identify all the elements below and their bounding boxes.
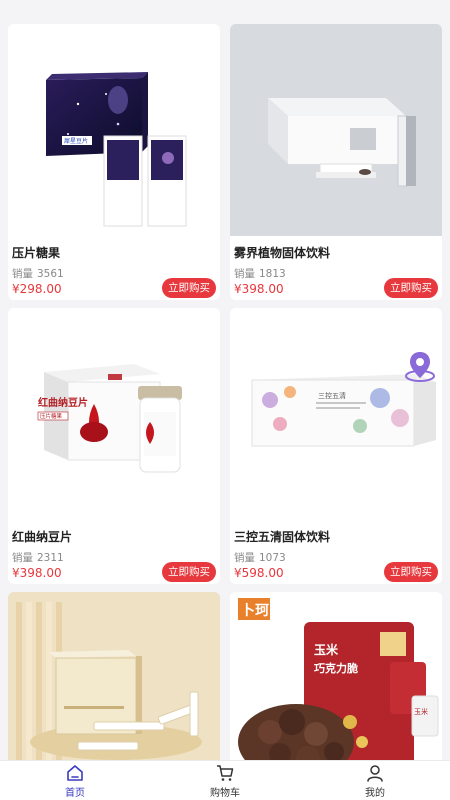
- product-name: 红曲纳豆片: [12, 530, 73, 544]
- product-name: 雾界植物固体饮料: [234, 246, 331, 260]
- product-image[interactable]: [8, 592, 220, 760]
- product-image[interactable]: 犀星豆片: [8, 24, 220, 236]
- user-icon: [367, 764, 383, 782]
- product-price: ¥398.00: [234, 282, 284, 296]
- package-text-line2: 巧克力脆: [314, 661, 358, 675]
- box-title-text: 红曲纳豆片: [38, 396, 88, 409]
- brand-text: 犀星豆片: [64, 137, 88, 145]
- buy-now-button[interactable]: 立即购买: [384, 278, 438, 298]
- tab-label-home: 首页: [65, 787, 85, 799]
- buy-now-button[interactable]: 立即购买: [384, 562, 438, 582]
- sales-count: 销量 3561: [12, 268, 64, 280]
- package-text-line1: 玉米: [314, 642, 339, 657]
- product-grid: 犀星豆片 压片糖果 销量 3561 ¥298.00 立即购买 雾界植物固体饮料 …: [0, 0, 450, 760]
- bottom-tab-bar: 首页 购物车 我的: [0, 760, 450, 800]
- home-icon: [67, 764, 83, 781]
- buy-now-button[interactable]: 立即购买: [162, 562, 216, 582]
- box-sub-text: 压片糖果: [40, 412, 63, 420]
- product-card[interactable]: 犀星豆片 压片糖果 销量 3561 ¥298.00 立即购买: [8, 24, 220, 300]
- tab-label-profile: 我的: [365, 787, 385, 799]
- sales-count: 销量 2311: [12, 552, 64, 564]
- sales-count: 销量 1073: [234, 552, 286, 564]
- product-card[interactable]: 红曲纳豆片 压片糖果 红曲纳豆片 销量 2311 ¥398.00 立即购买: [8, 308, 220, 584]
- product-card[interactable]: 卜珂 玉米 巧克力脆 玉米: [230, 592, 442, 760]
- product-image[interactable]: 卜珂 玉米 巧克力脆 玉米: [230, 592, 442, 760]
- product-price: ¥398.00: [12, 566, 62, 580]
- tab-home[interactable]: 首页: [0, 761, 150, 800]
- brand-logo-text: 卜珂: [241, 603, 269, 619]
- product-image[interactable]: 三控五清: [230, 308, 442, 520]
- buy-now-button[interactable]: 立即购买: [162, 278, 216, 298]
- sales-count: 销量 1813: [234, 268, 286, 280]
- box-title-text: 三控五清: [318, 391, 346, 400]
- cart-icon: [217, 764, 234, 781]
- product-name: 三控五清固体饮料: [234, 530, 331, 544]
- location-pin-icon[interactable]: [402, 348, 438, 384]
- product-image[interactable]: [230, 24, 442, 236]
- tab-profile[interactable]: 我的: [300, 761, 450, 800]
- small-package-text: 玉米: [414, 707, 428, 716]
- tab-cart[interactable]: 购物车: [150, 761, 300, 800]
- product-price: ¥298.00: [12, 282, 62, 296]
- product-card[interactable]: [8, 592, 220, 760]
- product-image[interactable]: 红曲纳豆片 压片糖果: [8, 308, 220, 520]
- product-card[interactable]: 雾界植物固体饮料 销量 1813 ¥398.00 立即购买: [230, 24, 442, 300]
- product-name: 压片糖果: [12, 246, 61, 260]
- product-price: ¥598.00: [234, 566, 284, 580]
- tab-label-cart: 购物车: [210, 787, 240, 799]
